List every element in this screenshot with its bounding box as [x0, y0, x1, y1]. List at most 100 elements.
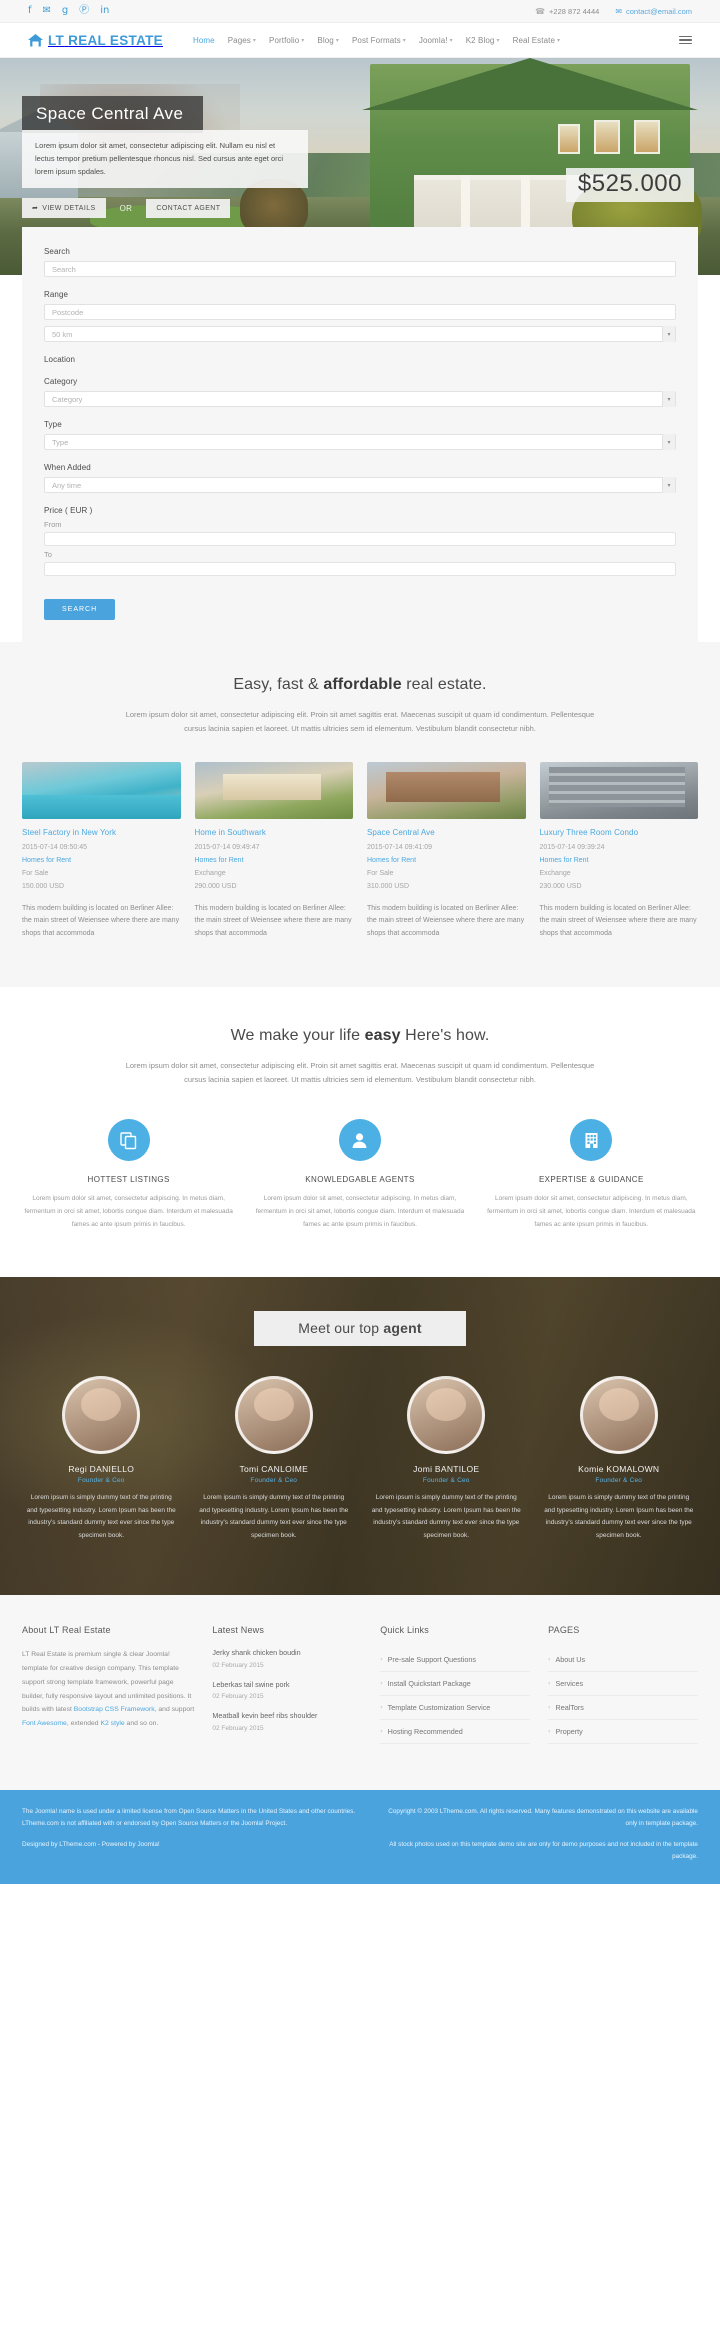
quick-link-customization[interactable]: › Template Customization Service — [380, 1696, 531, 1720]
font-awesome-link[interactable]: Font Awesome — [22, 1720, 67, 1727]
title-part-bold: affordable — [323, 676, 402, 693]
news-title[interactable]: Jerky shank chicken boudin — [212, 1648, 362, 1659]
quick-link-hosting[interactable]: › Hosting Recommended — [380, 1720, 531, 1744]
listing-title[interactable]: Luxury Three Room Condo — [540, 828, 639, 837]
location-group: Location — [44, 355, 676, 364]
type-select[interactable]: Type ▾ — [44, 434, 676, 450]
news-title[interactable]: Meatball kevin beef ribs shoulder — [212, 1711, 362, 1722]
footer-news-column: Latest News Jerky shank chicken boudin 0… — [212, 1625, 362, 1744]
search-input[interactable]: Search — [44, 261, 676, 277]
title-part-2: Here's how. — [400, 1027, 490, 1045]
nav-item-post-formats[interactable]: Post Formats ▾ — [352, 36, 406, 45]
hero-price: $525.000 — [565, 168, 694, 202]
page-link-property[interactable]: › Property — [548, 1720, 698, 1744]
phone-item: ☎ +228 872 4444 — [535, 7, 599, 16]
about-part-1: LT Real Estate is premium single & clear… — [22, 1650, 192, 1714]
listing-category[interactable]: Homes for Rent — [540, 855, 699, 868]
listing-card: Steel Factory in New York 2015-07-14 09:… — [22, 761, 181, 942]
nav-item-blog[interactable]: Blog ▾ — [317, 36, 339, 45]
email-link[interactable]: contact@email.com — [626, 7, 692, 16]
page-link-realtors[interactable]: › RealTors — [548, 1696, 698, 1720]
news-title[interactable]: Leberkas tail swine pork — [212, 1680, 362, 1691]
price-to-input[interactable] — [44, 562, 676, 576]
phone-number: +228 872 4444 — [549, 6, 600, 16]
category-value: Category — [52, 394, 83, 404]
copy-listings-icon — [107, 1119, 150, 1162]
avatar — [579, 1376, 658, 1455]
agent-bio: Lorem ipsum is simply dummy text of the … — [26, 1494, 176, 1540]
agent-name: Tomi CANLOIME — [239, 1464, 309, 1475]
nav-item-joomla[interactable]: Joomla! ▾ — [419, 36, 453, 45]
page-link-label: RealTors — [555, 1702, 584, 1712]
k2-style-link[interactable]: K2 style — [100, 1720, 124, 1727]
distance-select[interactable]: 50 km ▾ — [44, 326, 676, 342]
listing-category[interactable]: Homes for Rent — [22, 855, 181, 868]
twitter-icon[interactable]: ✉ — [43, 6, 51, 16]
nav-item-portfolio[interactable]: Portfolio ▾ — [269, 36, 304, 45]
about-part-3: , extended — [66, 1720, 101, 1728]
building-icon — [570, 1119, 613, 1162]
nav-label: K2 Blog — [465, 35, 495, 45]
nav-item-home[interactable]: Home — [193, 36, 215, 45]
news-date: 02 February 2015 — [212, 1725, 264, 1733]
listing-thumbnail[interactable] — [194, 761, 353, 819]
listings-section: Easy, fast & affordable real estate. Lor… — [0, 642, 720, 988]
category-select[interactable]: Category ▾ — [44, 391, 676, 407]
chevron-down-icon: ▾ — [496, 36, 500, 44]
facebook-icon[interactable]: f — [28, 6, 32, 16]
title-part-1: We make your life — [230, 1027, 365, 1045]
nav-item-pages[interactable]: Pages ▾ — [228, 36, 256, 45]
quick-link-presale[interactable]: › Pre-sale Support Questions — [380, 1648, 531, 1672]
linkedin-icon[interactable]: in — [100, 6, 109, 16]
search-submit-button[interactable]: SEARCH — [44, 599, 116, 620]
site-logo[interactable]: LT REAL ESTATE — [28, 33, 163, 48]
postcode-placeholder: Postcode — [52, 307, 84, 317]
when-added-select[interactable]: Any time ▾ — [44, 477, 676, 493]
listing-title[interactable]: Home in Southwark — [195, 828, 267, 837]
listing-card: Home in Southwark 2015-07-14 09:49:47 Ho… — [194, 761, 354, 942]
price-from-input[interactable] — [44, 532, 676, 546]
listing-meta: 2015-07-14 09:50:45 Homes for Rent For S… — [22, 842, 181, 894]
news-item: Meatball kevin beef ribs shoulder 02 Feb… — [212, 1711, 362, 1732]
page-link-services[interactable]: › Services — [548, 1672, 698, 1696]
agent-name: Komie KOMALOWN — [578, 1464, 660, 1475]
listing-thumbnail[interactable] — [539, 761, 698, 819]
listing-title[interactable]: Steel Factory in New York — [22, 828, 116, 837]
quick-link-quickstart[interactable]: › Install Quickstart Package — [380, 1672, 531, 1696]
chevron-down-icon: ▾ — [449, 36, 453, 44]
postcode-input[interactable]: Postcode — [44, 304, 676, 320]
chevron-down-icon: ▾ — [335, 36, 339, 44]
listing-description: This modern building is located on Berli… — [194, 904, 352, 938]
when-added-label: When Added — [44, 463, 91, 472]
contact-agent-button[interactable]: CONTACT AGENT — [146, 198, 231, 218]
listing-meta: 2015-07-14 09:49:47 Homes for Rent Excha… — [195, 842, 354, 894]
pinterest-icon[interactable]: Ⓟ — [79, 6, 89, 16]
type-value: Type — [52, 437, 69, 447]
stock-photos-text: All stock photos used on this template d… — [389, 1840, 698, 1861]
hamburger-icon[interactable] — [679, 35, 692, 45]
listing-thumbnail[interactable] — [22, 761, 181, 819]
page-root: f ✉ g Ⓟ in ☎ +228 872 4444 ✉ contact@ema… — [0, 0, 720, 1884]
email-item[interactable]: ✉ contact@email.com — [615, 7, 692, 16]
avatar — [234, 1376, 313, 1455]
page-link-about-us[interactable]: › About Us — [548, 1648, 698, 1672]
range-label: Range — [44, 290, 69, 299]
news-date: 02 February 2015 — [212, 1693, 264, 1701]
page-link-label: Property — [555, 1726, 583, 1736]
listing-title[interactable]: Space Central Ave — [367, 828, 435, 837]
nav-label: Joomla! — [418, 35, 448, 45]
listing-price: 230.000 USD — [539, 882, 582, 890]
feature-text: Lorem ipsum dolor sit amet, consectetur … — [487, 1195, 696, 1229]
nav-item-real-estate[interactable]: Real Estate ▾ — [513, 36, 561, 45]
listing-category[interactable]: Homes for Rent — [195, 855, 354, 868]
category-field-group: Category Category ▾ — [44, 377, 676, 407]
footer-pages-column: PAGES › About Us › Services › RealTors › Pro… — [548, 1625, 698, 1744]
view-details-button[interactable]: ➦ VIEW DETAILS — [22, 198, 106, 218]
listing-thumbnail[interactable] — [367, 761, 526, 819]
googleplus-icon[interactable]: g — [62, 6, 68, 16]
nav-item-k2-blog[interactable]: K2 Blog ▾ — [466, 36, 500, 45]
listing-price: 150.000 USD — [22, 882, 65, 890]
listing-category[interactable]: Homes for Rent — [367, 855, 526, 868]
listing-description: This modern building is located on Berli… — [367, 904, 525, 938]
bootstrap-link[interactable]: Bootstrap CSS Framework — [74, 1706, 155, 1713]
